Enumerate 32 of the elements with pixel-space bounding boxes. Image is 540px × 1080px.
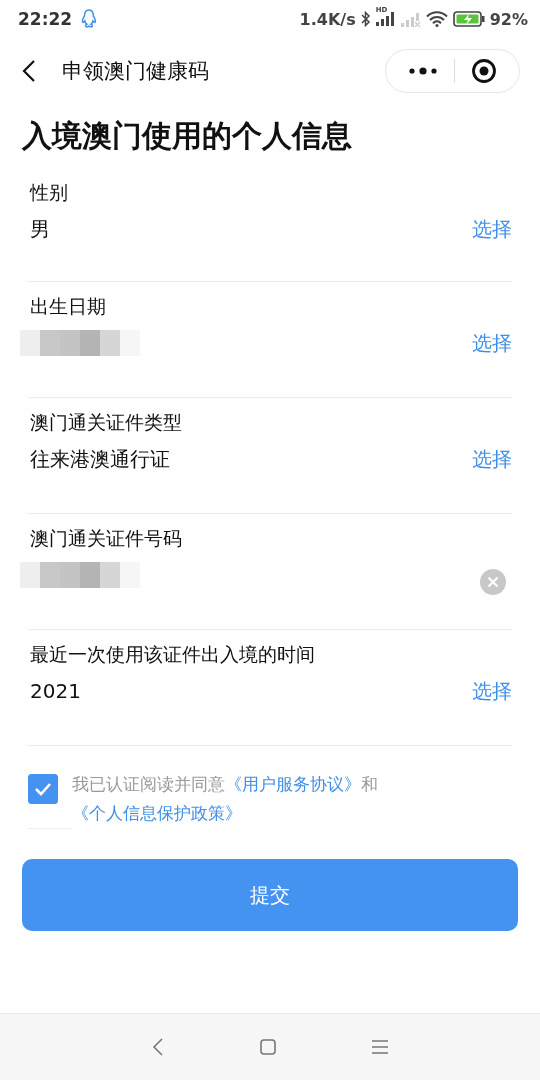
bluetooth-icon	[360, 11, 371, 27]
field-label: 性别	[30, 180, 69, 205]
penguin-icon	[81, 9, 98, 29]
network-speed: 1.4K/s	[299, 9, 356, 29]
select-link[interactable]: 选择	[472, 329, 512, 357]
page-title: 申领澳门健康码	[62, 58, 210, 85]
field-label: 最近一次使用该证件出入境的时间	[30, 642, 316, 667]
form-heading: 入境澳门使用的个人信息	[22, 117, 353, 155]
select-link[interactable]: 选择	[472, 215, 512, 243]
signal-icon	[375, 12, 396, 26]
signal-icon	[400, 11, 421, 27]
agree-checkbox[interactable]	[28, 774, 58, 804]
select-link[interactable]: 选择	[472, 445, 512, 473]
back-icon[interactable]	[22, 59, 36, 83]
agreement-text: 我已认证阅读并同意《用户服务协议》和 《个人信息保护政策》	[72, 773, 379, 825]
wifi-icon	[425, 11, 448, 27]
menu-icon[interactable]	[372, 1040, 388, 1054]
battery-icon	[452, 11, 485, 27]
field-value: 男	[30, 215, 50, 243]
policy-link[interactable]: 《用户服务协议》	[225, 774, 361, 794]
select-link[interactable]: 选择	[472, 677, 512, 705]
check-icon	[34, 782, 52, 796]
field-label: 澳门通关证件号码	[30, 526, 183, 551]
battery-percent: 92%	[489, 9, 528, 29]
home-icon[interactable]	[260, 1039, 276, 1055]
policy-link[interactable]: 《个人信息保护政策》	[72, 803, 242, 823]
clock-time: 22:22	[18, 9, 73, 29]
submit-button[interactable]: 提交	[22, 859, 518, 931]
field-label: 澳门通关证件类型	[30, 410, 183, 435]
field-label: 出生日期	[30, 294, 107, 319]
field-value: 往来港澳通行证	[30, 445, 170, 473]
field-value: 2021	[30, 679, 81, 703]
